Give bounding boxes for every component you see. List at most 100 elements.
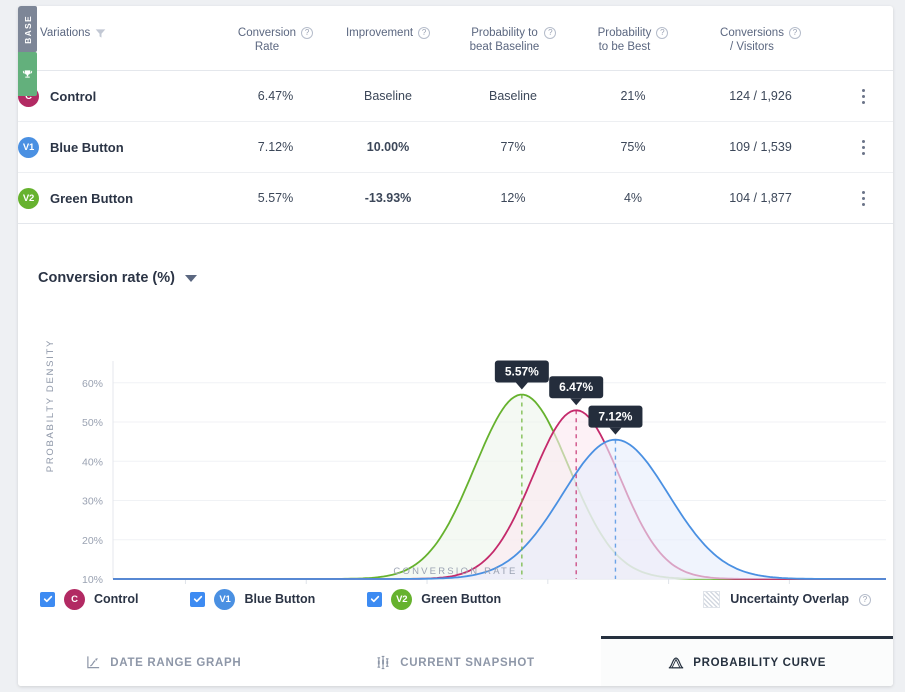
column-header-conversions-line1: Conversions: [720, 27, 784, 39]
svg-text:60%: 60%: [82, 378, 103, 390]
legend-uncertainty-overlap: Uncertainty Overlap ?: [703, 591, 893, 608]
legend-badge-green-button: V2: [391, 589, 412, 610]
variation-name: Green Button: [50, 191, 133, 206]
chart-title: Conversion rate (%): [38, 270, 175, 286]
help-icon-conversion-rate[interactable]: ?: [301, 27, 313, 39]
chart-section: Conversion rate (%) 10%20%30%40%50%60%0.…: [18, 238, 893, 586]
legend-label-blue-button: Blue Button: [244, 592, 315, 606]
cell-conversions: 104 / 1,877: [688, 173, 833, 224]
winner-rail-badge: [18, 52, 37, 96]
chart-legend: C Control V1 Blue Button V2: [18, 584, 893, 614]
column-header-conversion-rate-line1: Conversion: [238, 27, 296, 39]
check-icon: [43, 594, 53, 604]
variation-name: Blue Button: [50, 140, 124, 155]
variations-table-body: C Control 6.47% Baseline Baseline 21% 12…: [18, 71, 893, 224]
table-row[interactable]: V2 Green Button 5.57% -13.93% 12% 4% 104…: [18, 173, 893, 224]
variation-name: Control: [50, 89, 96, 104]
column-header-improvement: Improvement ?: [328, 6, 448, 71]
legend-checkbox-green-button[interactable]: [367, 592, 382, 607]
cell-actions: [833, 122, 893, 173]
bell-curve-icon: [668, 655, 684, 670]
column-header-actions: [833, 6, 893, 71]
uncertainty-overlap-label: Uncertainty Overlap: [730, 592, 849, 606]
tab-current-snapshot[interactable]: CURRENT SNAPSHOT: [310, 636, 602, 686]
help-icon-improvement[interactable]: ?: [418, 27, 430, 39]
row-menu-icon[interactable]: [833, 191, 893, 206]
legend-item-control[interactable]: C Control: [40, 589, 138, 610]
error-bars-icon: [376, 655, 391, 670]
tab-date-range-graph-label: DATE RANGE GRAPH: [110, 657, 241, 669]
legend-label-control: Control: [94, 592, 138, 606]
cell-prob-beat-baseline: 77%: [448, 122, 578, 173]
check-icon: [370, 594, 380, 604]
row-variation-cell: V1 Blue Button: [18, 122, 223, 173]
legend-badge-control: C: [64, 589, 85, 610]
tab-current-snapshot-label: CURRENT SNAPSHOT: [400, 657, 535, 669]
variation-badge: V2: [18, 188, 39, 209]
tab-probability-curve-label: PROBABILITY CURVE: [693, 657, 826, 669]
baseline-rail-label: BASE: [23, 15, 33, 44]
column-header-conversions: Conversions / Visitors ?: [688, 6, 833, 71]
legend-item-blue-button[interactable]: V1 Blue Button: [190, 589, 315, 610]
row-status-rail: BASE: [18, 6, 37, 96]
legend-item-green-button[interactable]: V2 Green Button: [367, 589, 501, 610]
cell-improvement: Baseline: [328, 71, 448, 122]
legend-label-green-button: Green Button: [421, 592, 501, 606]
check-icon: [193, 594, 203, 604]
column-header-conversion-rate-line2: Rate: [255, 41, 279, 53]
legend-checkbox-blue-button[interactable]: [190, 592, 205, 607]
cell-conversions: 124 / 1,926: [688, 71, 833, 122]
cell-prob-beat-baseline: Baseline: [448, 71, 578, 122]
help-icon-prob-beat-baseline[interactable]: ?: [544, 27, 556, 39]
hatch-swatch-icon: [703, 591, 720, 608]
chart-metric-selector[interactable]: Conversion rate (%): [18, 238, 893, 286]
cell-prob-best: 21%: [578, 71, 688, 122]
cell-actions: [833, 71, 893, 122]
probability-curve-plot: 10%20%30%40%50%60%0.00%2.00%4.00%6.00%8.…: [18, 286, 893, 586]
svg-text:20%: 20%: [82, 535, 103, 547]
cell-conversion-rate: 7.12%: [223, 122, 328, 173]
cell-improvement: 10.00%: [328, 122, 448, 173]
variation-badge: V1: [18, 137, 39, 158]
tab-date-range-graph[interactable]: DATE RANGE GRAPH: [18, 636, 310, 686]
experiment-results-card: BASE Variations: [18, 6, 893, 686]
column-header-prob-best-line1: Probability: [598, 27, 652, 39]
filter-icon[interactable]: [95, 28, 106, 39]
table-row[interactable]: C Control 6.47% Baseline Baseline 21% 12…: [18, 71, 893, 122]
svg-text:5.57%: 5.57%: [505, 365, 539, 379]
svg-text:6.47%: 6.47%: [559, 380, 593, 394]
chart-x-axis-label: CONVERSION RATE: [18, 566, 893, 577]
cell-conversion-rate: 6.47%: [223, 71, 328, 122]
tab-probability-curve[interactable]: PROBABILITY CURVE: [601, 636, 893, 686]
column-header-improvement-line1: Improvement: [346, 26, 413, 40]
help-icon-uncertainty-overlap[interactable]: ?: [859, 594, 871, 606]
row-menu-icon[interactable]: [833, 89, 893, 104]
cell-improvement: -13.93%: [328, 173, 448, 224]
row-menu-icon[interactable]: [833, 140, 893, 155]
row-variation-cell: C Control: [18, 71, 223, 122]
cell-conversion-rate: 5.57%: [223, 173, 328, 224]
column-header-prob-beat-baseline: Probability to beat Baseline ?: [448, 6, 578, 71]
cell-prob-best: 4%: [578, 173, 688, 224]
column-header-variations: Variations: [18, 6, 223, 71]
column-header-conversion-rate: Conversion Rate ?: [223, 6, 328, 71]
table-row[interactable]: V1 Blue Button 7.12% 10.00% 77% 75% 109 …: [18, 122, 893, 173]
cell-prob-best: 75%: [578, 122, 688, 173]
help-icon-conversions[interactable]: ?: [789, 27, 801, 39]
legend-badge-blue-button: V1: [214, 589, 235, 610]
column-header-prob-beat-baseline-line1: Probability to: [471, 27, 537, 39]
chart-view-tabs: DATE RANGE GRAPH CURRENT SNAPSHOT: [18, 636, 893, 686]
svg-text:40%: 40%: [82, 456, 103, 468]
cell-actions: [833, 173, 893, 224]
chevron-down-icon[interactable]: [185, 275, 197, 282]
column-header-conversions-line2: / Visitors: [730, 41, 774, 53]
line-graph-icon: [86, 655, 101, 670]
baseline-rail-badge: BASE: [18, 6, 37, 52]
column-header-variations-label: Variations: [40, 26, 90, 40]
cell-prob-beat-baseline: 12%: [448, 173, 578, 224]
cell-conversions: 109 / 1,539: [688, 122, 833, 173]
help-icon-prob-best[interactable]: ?: [656, 27, 668, 39]
app-root: BASE Variations: [0, 0, 905, 692]
svg-text:50%: 50%: [82, 417, 103, 429]
legend-checkbox-control[interactable]: [40, 592, 55, 607]
